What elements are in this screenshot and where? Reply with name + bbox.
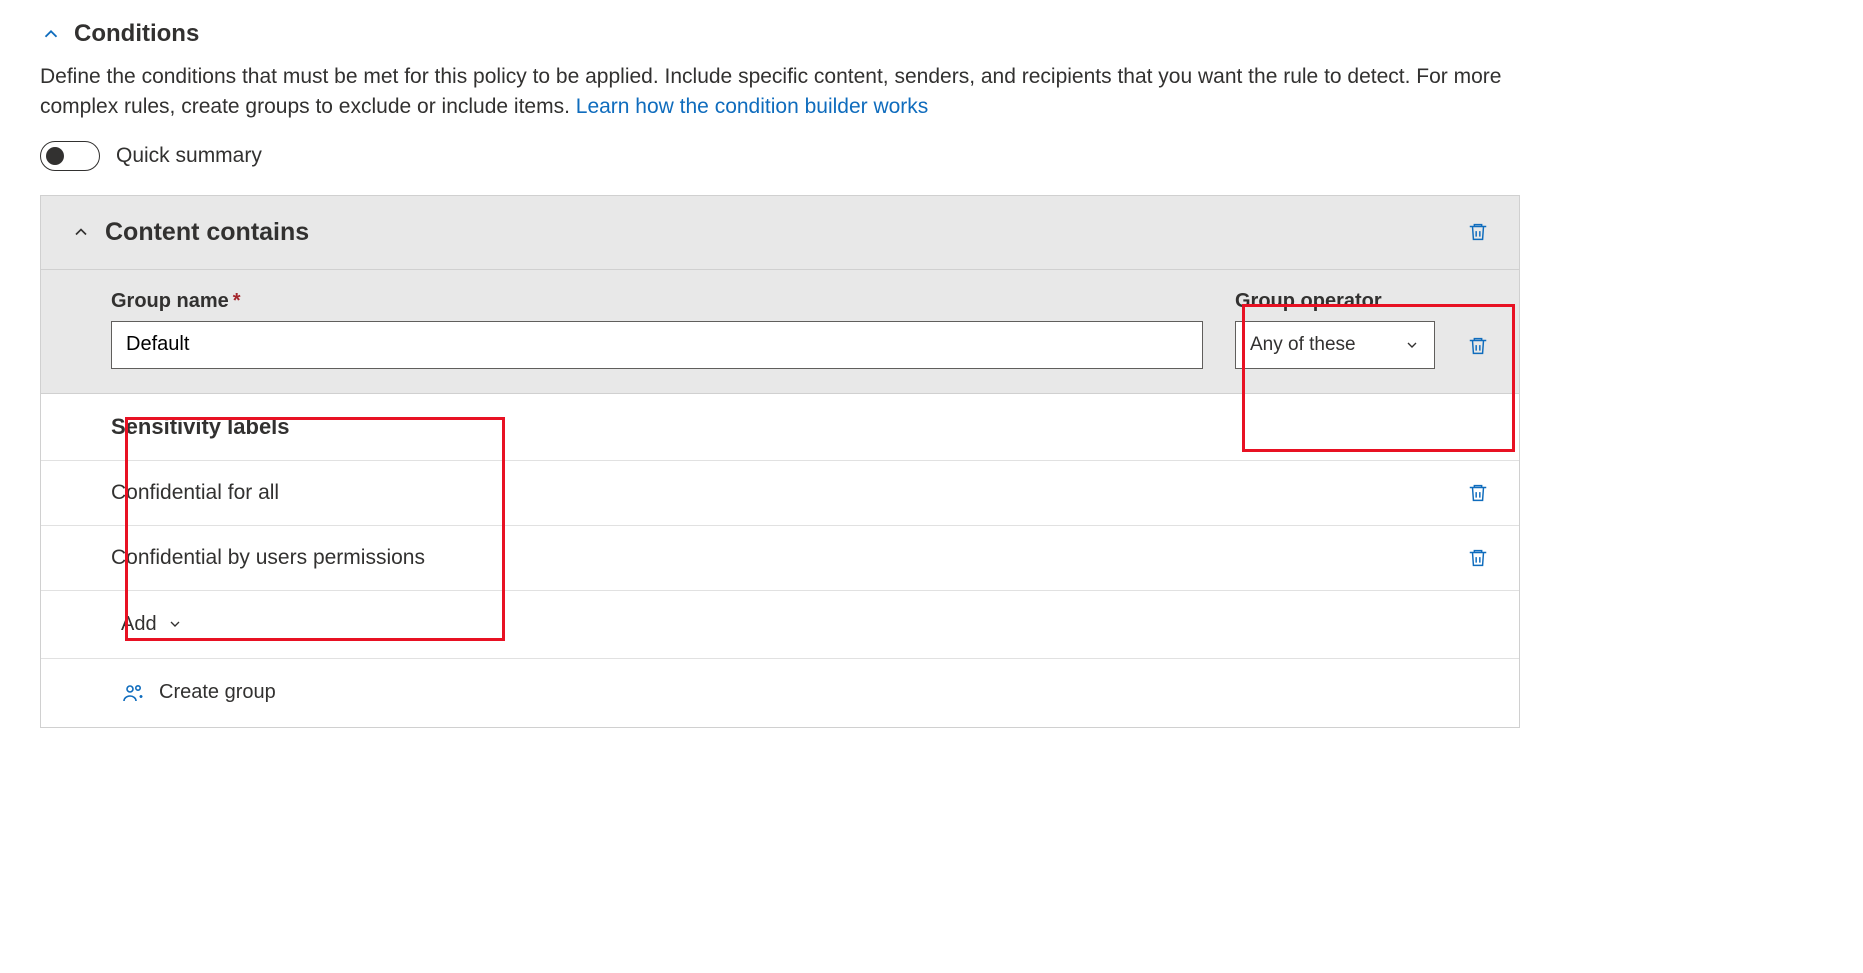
chevron-down-icon: [1404, 337, 1420, 353]
label-item-text: Confidential by users permissions: [111, 546, 425, 570]
conditions-description: Define the conditions that must be met f…: [40, 62, 1520, 123]
conditions-panel: Conditions Define the conditions that mu…: [40, 20, 1520, 728]
delete-item-button[interactable]: [1467, 547, 1489, 569]
conditions-title: Conditions: [74, 20, 199, 48]
list-item: Confidential by users permissions: [41, 526, 1519, 591]
create-group-label: Create group: [159, 681, 276, 704]
delete-condition-button[interactable]: [1467, 221, 1489, 243]
chevron-down-icon: [167, 616, 183, 632]
required-indicator: *: [233, 290, 241, 312]
group-name-block: Group name*: [111, 290, 1203, 369]
chevron-up-icon: [40, 23, 62, 45]
add-button[interactable]: Add: [41, 591, 1519, 659]
conditions-header[interactable]: Conditions: [40, 20, 1520, 48]
group-operator-value: Any of these: [1250, 334, 1356, 356]
toggle-knob: [46, 147, 64, 165]
group-operator-label: Group operator: [1235, 290, 1435, 313]
card-header-left[interactable]: Content contains: [71, 218, 309, 247]
quick-summary-toggle[interactable]: [40, 141, 100, 171]
learn-more-link[interactable]: Learn how the condition builder works: [576, 95, 929, 118]
group-operator-dropdown[interactable]: Any of these: [1235, 321, 1435, 369]
add-label: Add: [121, 613, 157, 636]
content-contains-card: Content contains Group name* Group opera…: [40, 195, 1520, 728]
group-name-input[interactable]: [111, 321, 1203, 369]
sensitivity-labels-title: Sensitivity labels: [111, 414, 290, 439]
create-group-button[interactable]: Create group: [41, 659, 1519, 727]
card-title: Content contains: [105, 218, 309, 247]
group-name-label: Group name*: [111, 290, 1203, 313]
card-header: Content contains: [41, 196, 1519, 270]
list-item: Confidential for all: [41, 461, 1519, 526]
delete-group-button[interactable]: [1467, 335, 1489, 369]
delete-item-button[interactable]: [1467, 482, 1489, 504]
people-plus-icon: [121, 681, 145, 705]
group-operator-block: Group operator Any of these: [1235, 290, 1435, 369]
quick-summary-label: Quick summary: [116, 144, 262, 168]
quick-summary-row: Quick summary: [40, 141, 1520, 171]
chevron-up-icon: [71, 222, 91, 242]
label-item-text: Confidential for all: [111, 481, 279, 505]
group-config-row: Group name* Group operator Any of these: [41, 270, 1519, 394]
sensitivity-labels-header: Sensitivity labels: [41, 394, 1519, 461]
